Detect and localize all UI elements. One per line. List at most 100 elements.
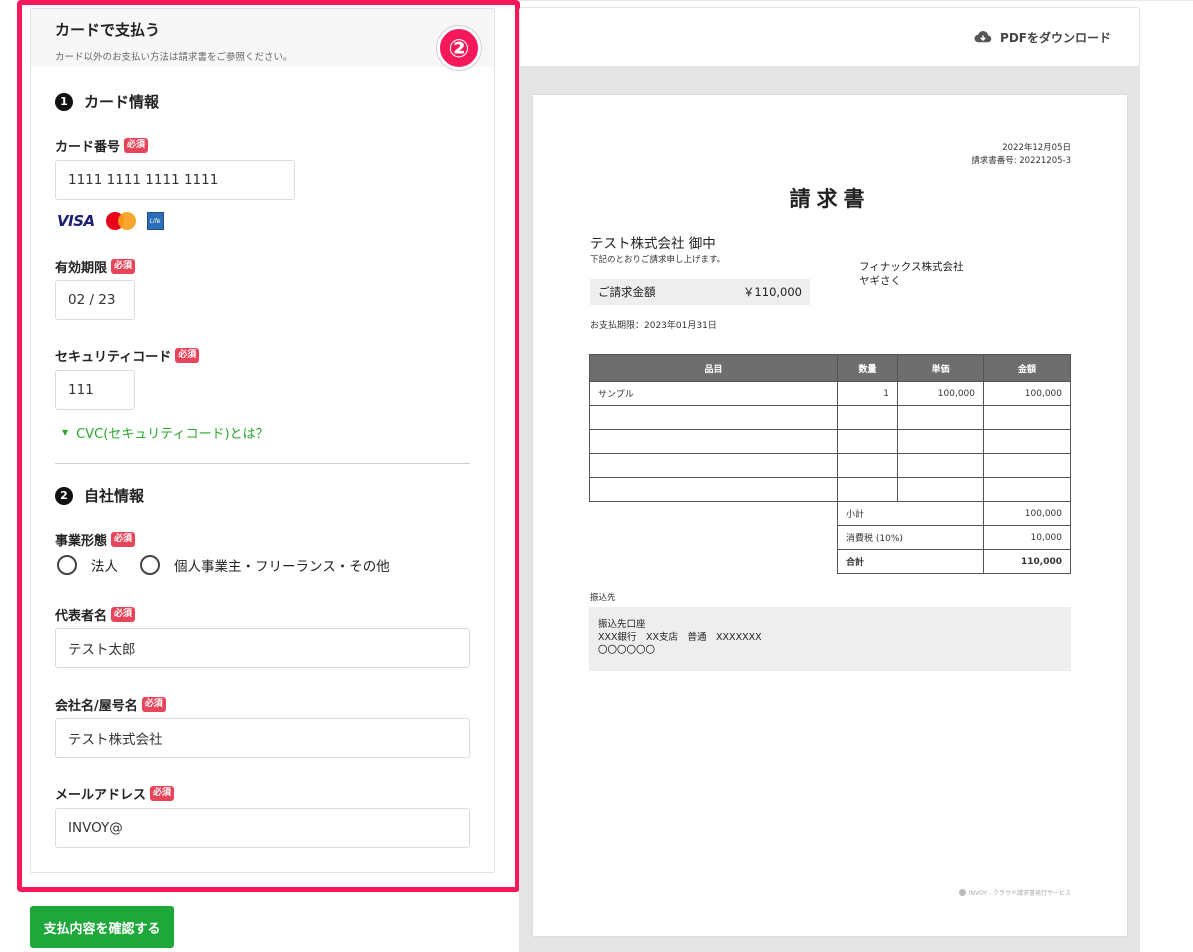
total-value: 110,000 — [983, 549, 1071, 574]
column-header: 数量 — [837, 354, 898, 382]
sender-person: ヤギさく — [859, 275, 901, 287]
caret-down-icon: ▼ — [62, 428, 69, 437]
card-number-label-text: カード番号 — [55, 140, 121, 155]
business-type-label: 事業形態 必須 — [55, 530, 136, 549]
security-code-label: セキュリティコード 必須 — [55, 346, 200, 365]
business-type-options: 法人 個人事業主・フリーランス・その他 — [57, 555, 412, 575]
radio-corporation[interactable]: 法人 — [57, 555, 118, 575]
required-badge: 必須 — [124, 138, 149, 153]
invoice-meta: 2022年12月05日 請求書番号: 20221205-3 — [971, 142, 1071, 168]
email-input[interactable]: INVOY@ — [55, 808, 470, 848]
required-badge: 必須 — [111, 607, 136, 622]
company-name-label: 会社名/屋号名 必須 — [55, 695, 166, 714]
page-root: カードで支払う カード以外のお支払い方法は請求書をご参照ください。 1 カード情… — [0, 0, 1193, 952]
item-amount: 100,000 — [983, 381, 1071, 406]
table-row: サンプル 1 100,000 100,000 — [589, 381, 1071, 406]
company-name-input[interactable]: テスト株式会社 — [55, 718, 470, 758]
item-qty: 1 — [837, 381, 898, 406]
cloud-download-icon — [974, 31, 992, 43]
company-name-label-text: 会社名/屋号名 — [55, 699, 138, 714]
item-name — [589, 453, 838, 478]
item-qty — [837, 405, 898, 430]
email-label-text: メールアドレス — [55, 788, 147, 803]
item-price: 100,000 — [897, 381, 984, 406]
table-header-row: 品目 数量 単価 金額 — [589, 354, 1071, 382]
item-name: サンプル — [589, 381, 838, 406]
invoy-logo-icon — [958, 889, 966, 896]
expiry-input[interactable]: 02 / 23 — [55, 280, 135, 320]
required-badge: 必須 — [150, 786, 175, 801]
invoice-items-table: 品目 数量 単価 金額 サンプル 1 100,000 100,000 小計 10… — [589, 354, 1071, 574]
form-subtitle: カード以外のお支払い方法は請求書をご参照ください。 — [55, 52, 293, 63]
pdf-download-button[interactable]: PDFをダウンロード — [974, 29, 1111, 46]
form-header: カードで支払う カード以外のお支払い方法は請求書をご参照ください。 — [31, 9, 494, 67]
table-row — [589, 429, 1071, 454]
visa-logo: VISA — [57, 212, 95, 230]
representative-label: 代表者名 必須 — [55, 605, 136, 624]
security-code-input[interactable]: 111 — [55, 370, 135, 410]
invoice-due-date: お支払期限：2023年01月31日 — [590, 321, 717, 331]
expiry-label-text: 有効期限 — [55, 261, 108, 276]
amount-value: ￥110,000 — [742, 285, 802, 299]
item-qty — [837, 477, 898, 502]
section-number: 1 — [55, 92, 73, 111]
amount-label: ご請求金額 — [598, 285, 656, 299]
section-number: 2 — [55, 486, 73, 505]
required-badge: 必須 — [111, 259, 136, 274]
card-number-input[interactable]: 1111 1111 1111 1111 — [55, 160, 295, 200]
invoice-amount-box: ご請求金額 ￥110,000 — [590, 279, 810, 305]
item-name — [589, 429, 838, 454]
business-type-label-text: 事業形態 — [55, 534, 108, 549]
table-row — [589, 477, 1071, 502]
column-header: 単価 — [897, 354, 984, 382]
cvc-help-text: CVC(セキュリティコード)とは？ — [76, 427, 269, 442]
radio-individual[interactable]: 個人事業主・フリーランス・その他 — [140, 555, 390, 575]
radio-circle[interactable] — [140, 555, 160, 575]
section-card-info-heading: 1 カード情報 — [55, 91, 159, 112]
item-price — [897, 477, 984, 502]
item-qty — [837, 429, 898, 454]
invoice-footer: INVOY - クラウド請求書発行サービス — [958, 888, 1071, 897]
bank-line: 〇〇〇〇〇〇 — [598, 645, 656, 656]
bank-line: XXX銀行 XX支店 普通 XXXXXXX — [598, 632, 762, 643]
cvc-help-link[interactable]: ▼ CVC(セキュリティコード)とは？ — [62, 423, 269, 442]
invoice-document: 2022年12月05日 請求書番号: 20221205-3 請求書 テスト株式会… — [533, 95, 1127, 936]
representative-input[interactable]: テスト太郎 — [55, 628, 470, 668]
table-row — [589, 405, 1071, 430]
item-amount — [983, 405, 1071, 430]
invoice-title: 請求書 — [789, 187, 871, 211]
section-divider — [55, 463, 470, 464]
subtotal-row: 小計 100,000 — [590, 501, 1071, 526]
section-company-info-heading: 2 自社情報 — [55, 485, 144, 506]
subtotal-label: 小計 — [837, 501, 984, 526]
tax-label: 消費税 (10%) — [837, 525, 984, 550]
sender-company: フィナックス株式会社 — [859, 261, 964, 273]
radio-label: 個人事業主・フリーランス・その他 — [174, 559, 390, 575]
item-qty — [837, 453, 898, 478]
expiry-label: 有効期限 必須 — [55, 257, 136, 276]
email-label: メールアドレス 必須 — [55, 784, 175, 803]
form-title: カードで支払う — [55, 21, 161, 39]
section-title: カード情報 — [84, 93, 160, 111]
invoice-number: 請求書番号: 20221205-3 — [971, 156, 1071, 166]
invoice-sender: フィナックス株式会社 ヤギさく — [859, 260, 963, 288]
card-brands: VISA Life — [57, 211, 164, 231]
lifecard-logo: Life — [146, 212, 164, 230]
security-code-label-text: セキュリティコード — [55, 350, 172, 365]
table-row — [589, 453, 1071, 478]
item-name — [589, 477, 838, 502]
confirm-payment-button[interactable]: 支払内容を確認する — [30, 906, 174, 948]
tax-value: 10,000 — [983, 525, 1071, 550]
pdf-download-label: PDFをダウンロード — [1000, 30, 1111, 45]
radio-circle[interactable] — [57, 555, 77, 575]
preview-toolbar: PDFをダウンロード — [520, 8, 1139, 66]
tax-row: 消費税 (10%) 10,000 — [590, 525, 1071, 550]
item-price — [897, 405, 984, 430]
subtotal-value: 100,000 — [983, 501, 1071, 526]
required-badge: 必須 — [141, 697, 166, 712]
mastercard-logo — [105, 211, 137, 231]
radio-label: 法人 — [91, 559, 118, 575]
footer-text: INVOY - クラウド請求書発行サービス — [968, 890, 1071, 897]
item-name — [589, 405, 838, 430]
invoice-recipient: テスト株式会社 御中 — [590, 236, 716, 252]
